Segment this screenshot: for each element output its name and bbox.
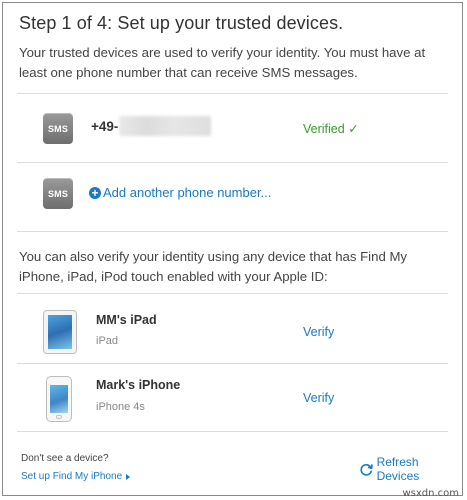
sms-icon-label: SMS — [47, 123, 69, 134]
iphone-home-button — [56, 415, 62, 419]
add-phone-label: Add another phone number... — [103, 185, 272, 200]
iphone-screen — [50, 385, 68, 413]
verified-status: Verified ✓ — [303, 121, 359, 136]
intro-text: Your trusted devices are used to verify … — [19, 45, 426, 80]
plus-icon: + — [89, 186, 101, 199]
redacted-number — [119, 116, 211, 136]
iphone-icon — [46, 376, 72, 422]
verify-ipad-button[interactable]: Verify — [303, 325, 334, 339]
ipad-screen — [48, 315, 72, 349]
refresh-devices-button[interactable]: Refresh Devices — [359, 455, 462, 483]
verify-iphone-button[interactable]: Verify — [303, 391, 334, 405]
ipad-icon — [43, 310, 77, 354]
divider — [17, 162, 448, 163]
divider — [17, 431, 448, 432]
setup-link-label: Set up Find My iPhone — [21, 471, 123, 482]
setup-find-my-iphone-link[interactable]: Set up Find My iPhone — [21, 471, 131, 482]
trusted-devices-panel: Step 1 of 4: Set up your trusted devices… — [2, 2, 463, 496]
sms-icon: SMS — [43, 178, 73, 209]
device-name: Mark's iPhone — [96, 378, 181, 392]
add-phone-link[interactable]: + Add another phone number... — [89, 185, 271, 200]
page-title: Step 1 of 4: Set up your trusted devices… — [19, 13, 344, 33]
check-icon: ✓ — [348, 122, 359, 136]
divider — [17, 93, 448, 94]
phone-number: +49- — [91, 119, 118, 134]
watermark: wsxdn.com — [402, 488, 459, 499]
device-name: MM's iPad — [96, 313, 157, 327]
no-device-text: Don't see a device? — [21, 453, 109, 464]
divider — [17, 231, 448, 232]
chevron-right-icon — [126, 473, 131, 480]
divider — [17, 293, 448, 294]
sms-icon-label: SMS — [47, 188, 69, 199]
device-model: iPhone 4s — [96, 401, 145, 413]
refresh-label: Refresh Devices — [376, 455, 420, 483]
phone-number-prefix: +49- — [91, 119, 119, 134]
divider — [17, 363, 448, 364]
refresh-icon — [360, 463, 373, 476]
find-my-text: You can also verify your identity using … — [19, 249, 408, 284]
verified-label: Verified — [303, 122, 345, 136]
device-model: iPad — [96, 335, 119, 347]
sms-icon: SMS — [43, 113, 73, 144]
